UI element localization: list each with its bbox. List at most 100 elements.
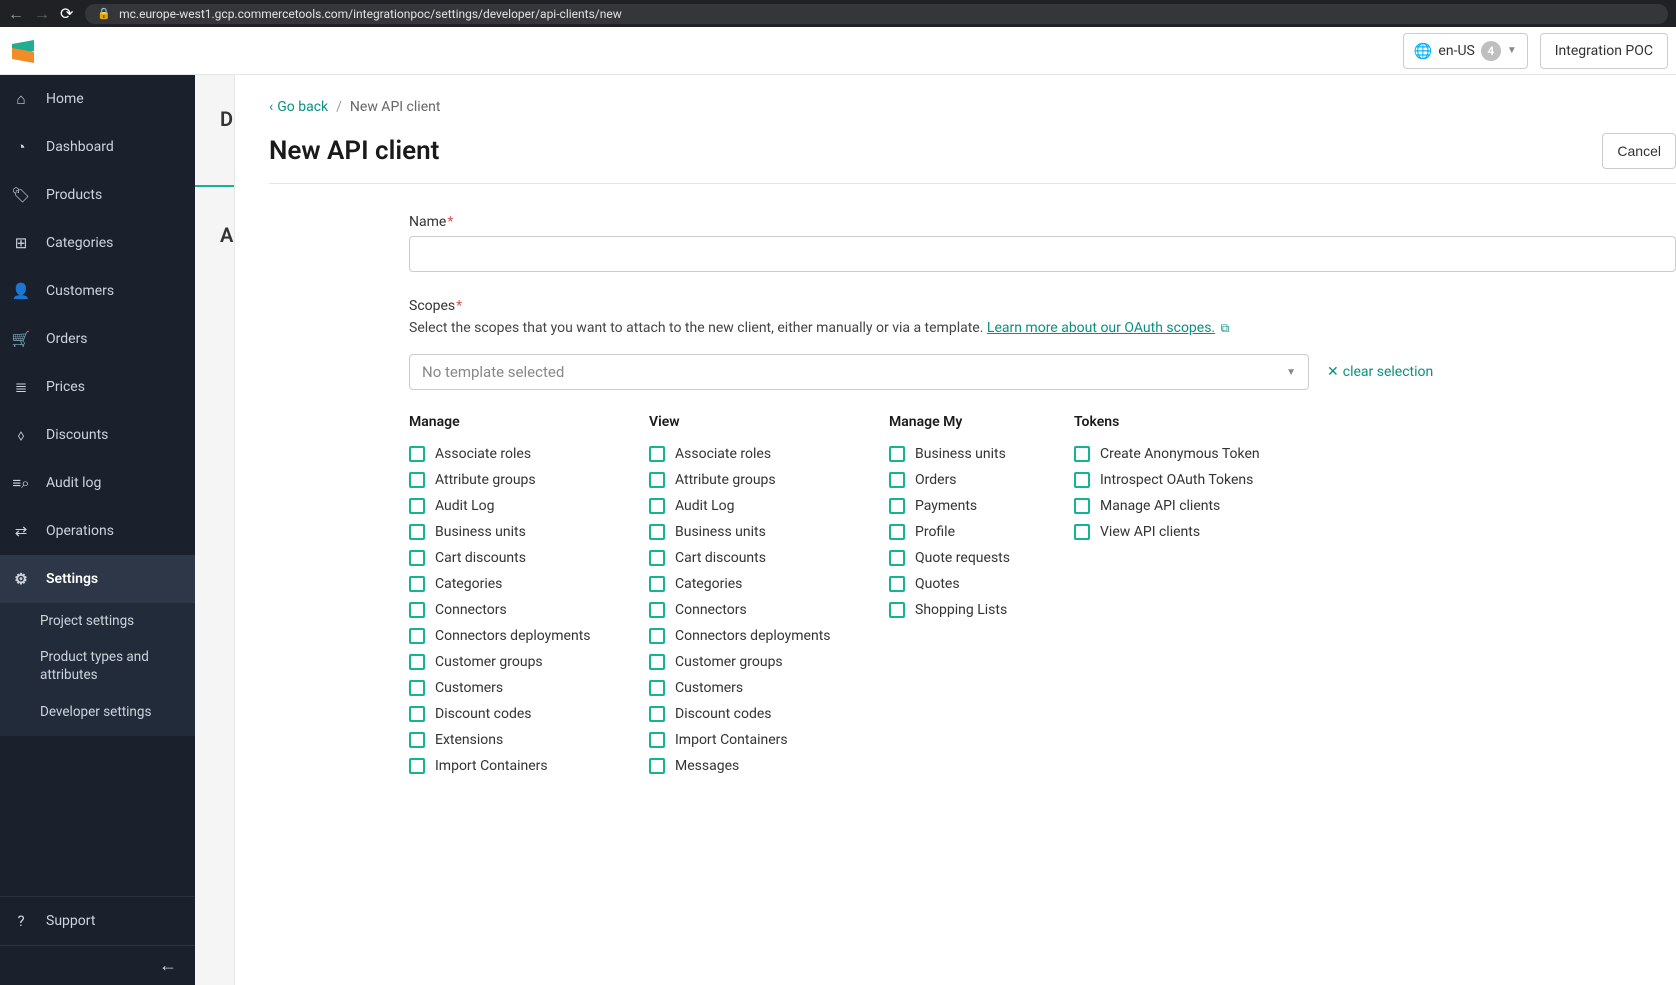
scope-checkbox-row[interactable]: Business units [889,446,1044,462]
address-bar[interactable]: 🔒 mc.europe-west1.gcp.commercetools.com/… [85,4,1668,24]
scope-checkbox-row[interactable]: Business units [649,524,859,540]
scope-checkbox-row[interactable]: Business units [409,524,619,540]
checkbox-icon[interactable] [409,524,425,540]
project-selector[interactable]: Integration POC [1540,33,1668,69]
clear-selection-button[interactable]: ✕ clear selection [1327,364,1433,380]
checkbox-icon[interactable] [1074,524,1090,540]
checkbox-icon[interactable] [649,628,665,644]
scope-checkbox-row[interactable]: View API clients [1074,524,1274,540]
scope-checkbox-row[interactable]: Manage API clients [1074,498,1274,514]
checkbox-icon[interactable] [409,706,425,722]
sidebar-sub-product-types[interactable]: Product types and attributes [0,639,195,693]
logo[interactable] [12,40,34,62]
sidebar-sub-developer-settings[interactable]: Developer settings [0,694,195,730]
scope-checkbox-row[interactable]: Cart discounts [649,550,859,566]
checkbox-icon[interactable] [889,472,905,488]
scope-checkbox-row[interactable]: Profile [889,524,1044,540]
sidebar-collapse-button[interactable]: ← [0,945,195,985]
sidebar-item-support[interactable]: ? Support [0,897,195,945]
scope-checkbox-row[interactable]: Messages [649,758,859,774]
checkbox-icon[interactable] [409,680,425,696]
scope-checkbox-row[interactable]: Connectors [649,602,859,618]
checkbox-icon[interactable] [409,446,425,462]
checkbox-icon[interactable] [649,524,665,540]
checkbox-icon[interactable] [649,446,665,462]
scope-checkbox-row[interactable]: Customers [409,680,619,696]
scope-checkbox-row[interactable]: Customer groups [649,654,859,670]
sidebar-item-categories[interactable]: ⊞ Categories [0,219,195,267]
sidebar-item-operations[interactable]: ⇄ Operations [0,507,195,555]
checkbox-icon[interactable] [409,654,425,670]
checkbox-icon[interactable] [649,758,665,774]
scope-checkbox-row[interactable]: Connectors deployments [649,628,859,644]
checkbox-icon[interactable] [649,498,665,514]
scope-checkbox-row[interactable]: Quotes [889,576,1044,592]
scope-checkbox-row[interactable]: Categories [409,576,619,592]
template-select[interactable]: No template selected ▼ [409,354,1309,390]
scope-checkbox-row[interactable]: Import Containers [649,732,859,748]
checkbox-icon[interactable] [889,602,905,618]
checkbox-icon[interactable] [409,498,425,514]
checkbox-icon[interactable] [889,446,905,462]
scope-checkbox-row[interactable]: Attribute groups [409,472,619,488]
sidebar-item-products[interactable]: 🏷 Products [0,171,195,219]
name-input[interactable] [409,236,1676,272]
sidebar-item-orders[interactable]: 🛒 Orders [0,315,195,363]
checkbox-icon[interactable] [649,550,665,566]
scope-checkbox-row[interactable]: Associate roles [649,446,859,462]
checkbox-icon[interactable] [649,654,665,670]
checkbox-icon[interactable] [1074,498,1090,514]
sidebar-item-dashboard[interactable]: ◔ Dashboard [0,123,195,171]
checkbox-icon[interactable] [649,472,665,488]
scope-checkbox-row[interactable]: Connectors deployments [409,628,619,644]
scope-checkbox-row[interactable]: Payments [889,498,1044,514]
scope-checkbox-row[interactable]: Associate roles [409,446,619,462]
scope-checkbox-row[interactable]: Attribute groups [649,472,859,488]
checkbox-icon[interactable] [889,498,905,514]
locale-selector[interactable]: 🌐 en-US 4 ▼ [1403,33,1528,69]
sidebar-item-settings[interactable]: ⚙ Settings [0,555,195,603]
scope-checkbox-row[interactable]: Extensions [409,732,619,748]
sidebar-item-home[interactable]: ⌂ Home [0,75,195,123]
nav-forward-icon[interactable]: → [34,4,50,24]
sidebar-sub-project-settings[interactable]: Project settings [0,603,195,639]
scope-checkbox-row[interactable]: Orders [889,472,1044,488]
scope-checkbox-row[interactable]: Audit Log [409,498,619,514]
checkbox-icon[interactable] [409,602,425,618]
scope-checkbox-row[interactable]: Shopping Lists [889,602,1044,618]
checkbox-icon[interactable] [889,524,905,540]
scope-checkbox-row[interactable]: Import Containers [409,758,619,774]
scope-checkbox-row[interactable]: Connectors [409,602,619,618]
sidebar-item-prices[interactable]: ≣ Prices [0,363,195,411]
scope-checkbox-row[interactable]: Audit Log [649,498,859,514]
checkbox-icon[interactable] [409,550,425,566]
sidebar-item-customers[interactable]: 👤 Customers [0,267,195,315]
scope-checkbox-row[interactable]: Introspect OAuth Tokens [1074,472,1274,488]
sidebar-item-audit-log[interactable]: ≡⌕ Audit log [0,459,195,507]
scope-checkbox-row[interactable]: Customer groups [409,654,619,670]
scope-checkbox-row[interactable]: Create Anonymous Token [1074,446,1274,462]
checkbox-icon[interactable] [649,706,665,722]
oauth-scopes-link[interactable]: Learn more about our OAuth scopes. [987,320,1215,336]
checkbox-icon[interactable] [649,602,665,618]
scope-checkbox-row[interactable]: Quote requests [889,550,1044,566]
checkbox-icon[interactable] [1074,446,1090,462]
cancel-button[interactable]: Cancel [1602,133,1676,169]
scope-checkbox-row[interactable]: Cart discounts [409,550,619,566]
nav-reload-icon[interactable]: ⟳ [60,4,73,23]
checkbox-icon[interactable] [409,732,425,748]
checkbox-icon[interactable] [649,576,665,592]
scope-checkbox-row[interactable]: Discount codes [649,706,859,722]
scope-checkbox-row[interactable]: Customers [649,680,859,696]
checkbox-icon[interactable] [409,576,425,592]
go-back-link[interactable]: ‹ Go back [269,99,328,115]
nav-back-icon[interactable]: ← [8,4,24,24]
checkbox-icon[interactable] [409,628,425,644]
checkbox-icon[interactable] [889,576,905,592]
scope-checkbox-row[interactable]: Categories [649,576,859,592]
sidebar-item-discounts[interactable]: ⬨ Discounts [0,411,195,459]
checkbox-icon[interactable] [889,550,905,566]
scope-checkbox-row[interactable]: Discount codes [409,706,619,722]
checkbox-icon[interactable] [409,472,425,488]
checkbox-icon[interactable] [649,732,665,748]
